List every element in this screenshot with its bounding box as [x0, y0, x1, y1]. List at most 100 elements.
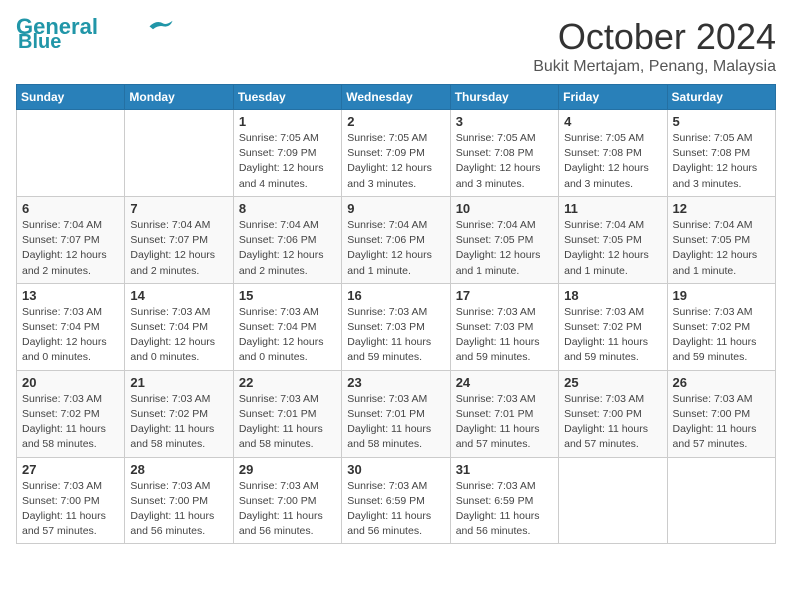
calendar-day-cell: 30 Sunrise: 7:03 AM Sunset: 6:59 PM Dayli…	[342, 457, 450, 544]
location-title: Bukit Mertajam, Penang, Malaysia	[533, 58, 776, 76]
day-number: 6	[22, 201, 119, 216]
header: General Blue October 2024 Bukit Mertajam…	[16, 16, 776, 76]
calendar-day-cell: 19 Sunrise: 7:03 AM Sunset: 7:02 PM Dayli…	[667, 283, 775, 370]
calendar-day-cell: 23 Sunrise: 7:03 AM Sunset: 7:01 PM Dayli…	[342, 370, 450, 457]
day-info: Sunrise: 7:04 AM Sunset: 7:06 PM Dayligh…	[239, 218, 336, 279]
day-number: 2	[347, 114, 444, 129]
day-info: Sunrise: 7:05 AM Sunset: 7:08 PM Dayligh…	[564, 131, 661, 192]
day-info: Sunrise: 7:03 AM Sunset: 7:02 PM Dayligh…	[130, 392, 227, 453]
calendar-day-cell	[17, 110, 125, 197]
day-number: 13	[22, 288, 119, 303]
day-info: Sunrise: 7:03 AM Sunset: 7:00 PM Dayligh…	[130, 479, 227, 540]
calendar-table: SundayMondayTuesdayWednesdayThursdayFrid…	[16, 84, 776, 544]
day-number: 11	[564, 201, 661, 216]
title-area: October 2024 Bukit Mertajam, Penang, Mal…	[533, 16, 776, 76]
calendar-day-cell: 8 Sunrise: 7:04 AM Sunset: 7:06 PM Daylig…	[233, 196, 341, 283]
day-number: 16	[347, 288, 444, 303]
day-number: 9	[347, 201, 444, 216]
calendar-day-cell: 9 Sunrise: 7:04 AM Sunset: 7:06 PM Daylig…	[342, 196, 450, 283]
calendar-day-cell: 26Sunrise: 7:03 AM Sunset: 7:00 PM Dayli…	[667, 370, 775, 457]
day-number: 23	[347, 375, 444, 390]
logo-blue: Blue	[18, 32, 61, 52]
day-info: Sunrise: 7:03 AM Sunset: 6:59 PM Dayligh…	[456, 479, 553, 540]
day-info: Sunrise: 7:03 AM Sunset: 7:02 PM Dayligh…	[564, 305, 661, 366]
calendar-day-cell: 22Sunrise: 7:03 AM Sunset: 7:01 PM Dayli…	[233, 370, 341, 457]
weekday-header-cell: Saturday	[667, 85, 775, 110]
day-number: 1	[239, 114, 336, 129]
day-info: Sunrise: 7:03 AM Sunset: 7:04 PM Dayligh…	[22, 305, 119, 366]
weekday-header-cell: Tuesday	[233, 85, 341, 110]
day-info: Sunrise: 7:03 AM Sunset: 7:01 PM Dayligh…	[456, 392, 553, 453]
day-info: Sunrise: 7:04 AM Sunset: 7:05 PM Dayligh…	[456, 218, 553, 279]
day-info: Sunrise: 7:04 AM Sunset: 7:06 PM Dayligh…	[347, 218, 444, 279]
day-number: 21	[130, 375, 227, 390]
weekday-header-cell: Sunday	[17, 85, 125, 110]
day-info: Sunrise: 7:03 AM Sunset: 7:03 PM Dayligh…	[456, 305, 553, 366]
day-info: Sunrise: 7:03 AM Sunset: 7:03 PM Dayligh…	[347, 305, 444, 366]
day-number: 8	[239, 201, 336, 216]
day-number: 15	[239, 288, 336, 303]
calendar-day-cell: 14 Sunrise: 7:03 AM Sunset: 7:04 PM Dayli…	[125, 283, 233, 370]
calendar-day-cell: 13 Sunrise: 7:03 AM Sunset: 7:04 PM Dayli…	[17, 283, 125, 370]
day-number: 27	[22, 462, 119, 477]
calendar-day-cell	[667, 457, 775, 544]
day-info: Sunrise: 7:04 AM Sunset: 7:05 PM Dayligh…	[673, 218, 770, 279]
calendar-day-cell: 20 Sunrise: 7:03 AM Sunset: 7:02 PM Dayli…	[17, 370, 125, 457]
day-info: Sunrise: 7:03 AM Sunset: 7:00 PM Dayligh…	[564, 392, 661, 453]
day-info: Sunrise: 7:03 AM Sunset: 7:01 PM Dayligh…	[239, 392, 336, 453]
day-number: 31	[456, 462, 553, 477]
calendar-day-cell: 16 Sunrise: 7:03 AM Sunset: 7:03 PM Dayli…	[342, 283, 450, 370]
calendar-day-cell: 31 Sunrise: 7:03 AM Sunset: 6:59 PM Dayli…	[450, 457, 558, 544]
calendar-day-cell: 21 Sunrise: 7:03 AM Sunset: 7:02 PM Dayli…	[125, 370, 233, 457]
calendar-day-cell: 17 Sunrise: 7:03 AM Sunset: 7:03 PM Dayli…	[450, 283, 558, 370]
day-number: 17	[456, 288, 553, 303]
calendar-day-cell: 27Sunrise: 7:03 AM Sunset: 7:00 PM Dayli…	[17, 457, 125, 544]
calendar-week-row: 1 Sunrise: 7:05 AM Sunset: 7:09 PM Daylig…	[17, 110, 776, 197]
day-info: Sunrise: 7:05 AM Sunset: 7:08 PM Dayligh…	[673, 131, 770, 192]
calendar-day-cell	[125, 110, 233, 197]
calendar-day-cell	[559, 457, 667, 544]
calendar-day-cell: 29 Sunrise: 7:03 AM Sunset: 7:00 PM Dayli…	[233, 457, 341, 544]
calendar-day-cell: 3Sunrise: 7:05 AM Sunset: 7:08 PM Daylig…	[450, 110, 558, 197]
calendar-day-cell: 10 Sunrise: 7:04 AM Sunset: 7:05 PM Dayli…	[450, 196, 558, 283]
day-number: 29	[239, 462, 336, 477]
day-info: Sunrise: 7:04 AM Sunset: 7:07 PM Dayligh…	[130, 218, 227, 279]
day-info: Sunrise: 7:03 AM Sunset: 7:04 PM Dayligh…	[130, 305, 227, 366]
day-number: 28	[130, 462, 227, 477]
day-number: 20	[22, 375, 119, 390]
calendar-day-cell: 24Sunrise: 7:03 AM Sunset: 7:01 PM Dayli…	[450, 370, 558, 457]
calendar-week-row: 20 Sunrise: 7:03 AM Sunset: 7:02 PM Dayli…	[17, 370, 776, 457]
day-info: Sunrise: 7:03 AM Sunset: 7:01 PM Dayligh…	[347, 392, 444, 453]
weekday-header-cell: Wednesday	[342, 85, 450, 110]
logo-bird-icon	[146, 16, 174, 34]
day-number: 10	[456, 201, 553, 216]
logo: General Blue	[16, 16, 174, 52]
day-info: Sunrise: 7:03 AM Sunset: 7:00 PM Dayligh…	[239, 479, 336, 540]
calendar-day-cell: 18 Sunrise: 7:03 AM Sunset: 7:02 PM Dayli…	[559, 283, 667, 370]
day-info: Sunrise: 7:05 AM Sunset: 7:09 PM Dayligh…	[347, 131, 444, 192]
day-number: 30	[347, 462, 444, 477]
calendar-day-cell: 2 Sunrise: 7:05 AM Sunset: 7:09 PM Daylig…	[342, 110, 450, 197]
day-number: 12	[673, 201, 770, 216]
day-number: 19	[673, 288, 770, 303]
calendar-week-row: 6 Sunrise: 7:04 AM Sunset: 7:07 PM Daylig…	[17, 196, 776, 283]
day-number: 18	[564, 288, 661, 303]
day-info: Sunrise: 7:03 AM Sunset: 7:02 PM Dayligh…	[673, 305, 770, 366]
day-info: Sunrise: 7:05 AM Sunset: 7:09 PM Dayligh…	[239, 131, 336, 192]
day-number: 4	[564, 114, 661, 129]
day-info: Sunrise: 7:03 AM Sunset: 7:02 PM Dayligh…	[22, 392, 119, 453]
day-number: 5	[673, 114, 770, 129]
day-info: Sunrise: 7:04 AM Sunset: 7:05 PM Dayligh…	[564, 218, 661, 279]
day-number: 7	[130, 201, 227, 216]
day-info: Sunrise: 7:03 AM Sunset: 7:04 PM Dayligh…	[239, 305, 336, 366]
calendar-day-cell: 6 Sunrise: 7:04 AM Sunset: 7:07 PM Daylig…	[17, 196, 125, 283]
weekday-header-cell: Friday	[559, 85, 667, 110]
day-info: Sunrise: 7:04 AM Sunset: 7:07 PM Dayligh…	[22, 218, 119, 279]
calendar-body: 1 Sunrise: 7:05 AM Sunset: 7:09 PM Daylig…	[17, 110, 776, 544]
day-number: 25	[564, 375, 661, 390]
day-number: 3	[456, 114, 553, 129]
day-info: Sunrise: 7:03 AM Sunset: 6:59 PM Dayligh…	[347, 479, 444, 540]
weekday-header-cell: Thursday	[450, 85, 558, 110]
calendar-day-cell: 15 Sunrise: 7:03 AM Sunset: 7:04 PM Dayli…	[233, 283, 341, 370]
day-number: 14	[130, 288, 227, 303]
